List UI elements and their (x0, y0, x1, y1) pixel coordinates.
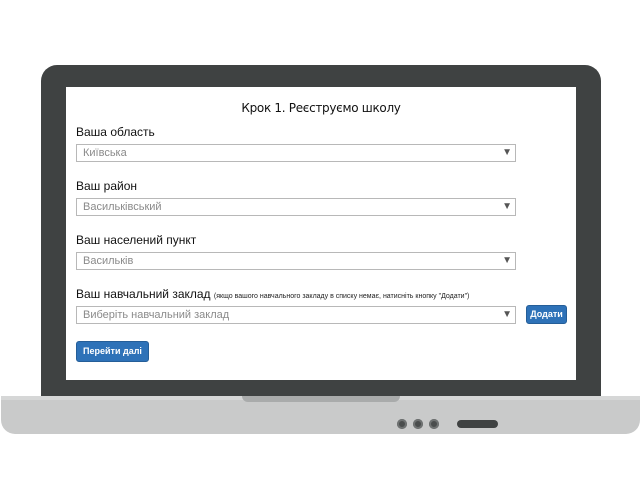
region-select-value: Київська (83, 147, 127, 159)
indicator-light (429, 419, 439, 429)
chevron-down-icon: ▼ (502, 147, 512, 158)
indicator-light (413, 419, 423, 429)
laptop-slot (457, 420, 498, 428)
district-select-value: Васильківський (83, 201, 162, 213)
add-school-button[interactable]: Додати (526, 305, 567, 324)
district-label: Ваш район (76, 179, 137, 193)
laptop-hinge-notch (242, 396, 400, 402)
settlement-select[interactable]: Васильків ▼ (76, 252, 516, 270)
school-label: Ваш навчальний заклад (якщо вашого навча… (76, 287, 469, 301)
chevron-down-icon: ▼ (502, 255, 512, 266)
indicator-light (397, 419, 407, 429)
school-select[interactable]: Виберіть навчальний заклад ▼ (76, 306, 516, 324)
chevron-down-icon: ▼ (502, 201, 512, 212)
school-label-text: Ваш навчальний заклад (76, 287, 211, 301)
settlement-select-value: Васильків (83, 255, 134, 267)
school-select-placeholder: Виберіть навчальний заклад (83, 309, 230, 321)
region-label: Ваша область (76, 125, 155, 139)
page-title: Крок 1. Реєструємо школу (241, 101, 401, 115)
school-hint: (якщо вашого навчального закладу в списк… (213, 293, 470, 300)
district-select[interactable]: Васильківський ▼ (76, 198, 516, 216)
settlement-label: Ваш населений пункт (76, 233, 197, 247)
laptop-frame: Крок 1. Реєструємо школу Ваша область Ки… (0, 0, 641, 498)
region-select[interactable]: Київська ▼ (76, 144, 516, 162)
next-step-button[interactable]: Перейти далі (76, 341, 149, 362)
chevron-down-icon: ▼ (502, 309, 512, 320)
